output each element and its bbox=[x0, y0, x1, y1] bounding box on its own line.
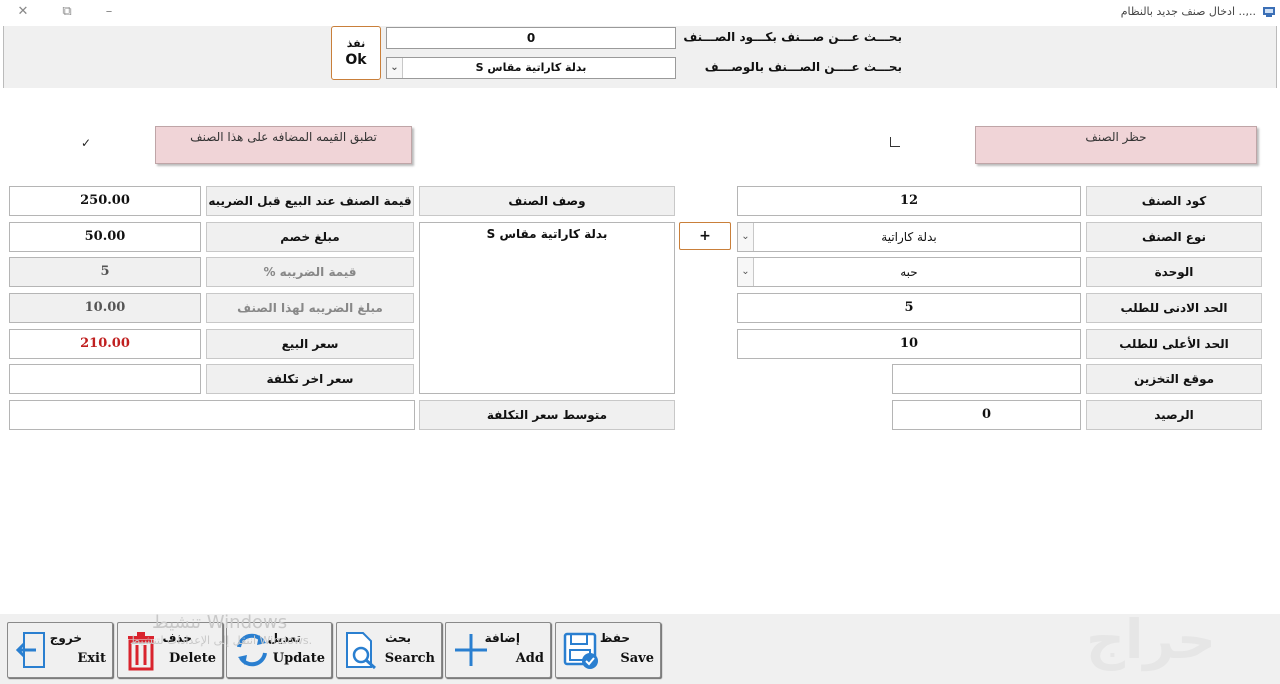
save-label-en: Save bbox=[620, 651, 654, 666]
discount-label: مبلغ خصم bbox=[206, 222, 414, 252]
block-item-checkbox[interactable] bbox=[889, 137, 901, 149]
exit-icon bbox=[15, 632, 45, 668]
search-label-en: Search bbox=[384, 651, 435, 666]
save-floppy-icon bbox=[563, 632, 598, 669]
ok-label-ar: نفذ bbox=[346, 37, 366, 50]
item-type-select[interactable]: بدلة كاراتية ⌄ bbox=[737, 222, 1081, 252]
item-type-value: بدلة كاراتية bbox=[881, 230, 937, 244]
app-icon bbox=[1263, 7, 1275, 17]
unit-select[interactable]: حبه ⌄ bbox=[737, 257, 1081, 287]
price-before-tax-field[interactable]: 250.00 bbox=[9, 186, 201, 216]
search-by-desc-label: بحـــث عــــن الصـــنف بالوصـــف bbox=[704, 60, 902, 74]
haraj-logo-watermark: حراج bbox=[1086, 608, 1216, 671]
storage-location-label: موقع التخزين bbox=[1086, 364, 1262, 394]
max-order-label: الحد الأعلى للطلب bbox=[1086, 329, 1262, 359]
item-code-field[interactable]: 12 bbox=[737, 186, 1081, 216]
save-button[interactable]: حفظ Save bbox=[555, 622, 661, 678]
apply-vat-checkbox[interactable]: ✓ bbox=[80, 137, 92, 149]
checkbox-frame bbox=[890, 137, 900, 147]
add-type-button[interactable]: + bbox=[679, 222, 731, 250]
search-button[interactable]: بحث Search bbox=[336, 622, 442, 678]
minimize-icon[interactable]: – bbox=[94, 2, 124, 22]
search-desc-value: بدلة كاراتية مقاس S bbox=[475, 61, 587, 74]
save-label-ar: حفظ bbox=[599, 631, 630, 645]
windows-activation-watermark: تنشيط Windows bbox=[152, 612, 288, 633]
exit-button[interactable]: خروج Exit bbox=[7, 622, 113, 678]
ok-button[interactable]: نفذ Ok bbox=[331, 26, 381, 80]
balance-label: الرصيد bbox=[1086, 400, 1262, 430]
sale-price-label: سعر البيع bbox=[206, 329, 414, 359]
title-bar: ✕ ⧉ – ..,.. ادخال صنف جديد بالنظام bbox=[0, 0, 1280, 26]
max-order-field[interactable]: 10 bbox=[737, 329, 1081, 359]
apply-vat-button[interactable]: تطبق القيمه المضافه على هذا الصنف bbox=[155, 126, 412, 164]
restore-icon[interactable]: ⧉ bbox=[52, 2, 82, 22]
exit-label-en: Exit bbox=[77, 651, 106, 666]
window-title: ..,.. ادخال صنف جديد بالنظام bbox=[1120, 5, 1256, 18]
update-label-en: Update bbox=[272, 651, 325, 666]
exit-label-ar: خروج bbox=[49, 631, 82, 645]
tax-amount-label: مبلغ الضريبه لهذا الصنف bbox=[206, 293, 414, 323]
tax-percent-field: 5 bbox=[9, 257, 201, 287]
tax-percent-label: قيمة الضريبه % bbox=[206, 257, 414, 287]
search-code-input[interactable]: 0 bbox=[386, 27, 676, 49]
delete-label-en: Delete bbox=[168, 651, 216, 666]
discount-field[interactable]: 50.00 bbox=[9, 222, 201, 252]
search-label-ar: بحث bbox=[385, 631, 411, 645]
close-icon[interactable]: ✕ bbox=[8, 2, 38, 22]
ok-label-en: Ok bbox=[345, 52, 367, 68]
check-icon: ✓ bbox=[80, 136, 92, 150]
item-description-label: وصف الصنف bbox=[419, 186, 675, 216]
search-desc-select[interactable]: بدلة كاراتية مقاس S ⌄ bbox=[386, 57, 676, 79]
last-cost-field[interactable] bbox=[9, 364, 201, 394]
block-item-button[interactable]: حظر الصنف bbox=[975, 126, 1257, 164]
item-type-label: نوع الصنف bbox=[1086, 222, 1262, 252]
sale-price-field[interactable]: 210.00 bbox=[9, 329, 201, 359]
balance-field[interactable]: 0 bbox=[892, 400, 1081, 430]
price-before-tax-label: قيمة الصنف عند البيع قبل الضريبه bbox=[206, 186, 414, 216]
unit-label: الوحدة bbox=[1086, 257, 1262, 287]
chevron-down-icon[interactable]: ⌄ bbox=[387, 58, 403, 78]
add-label-en: Add bbox=[515, 651, 544, 666]
unit-value: حبه bbox=[900, 265, 918, 279]
min-order-label: الحد الادنى للطلب bbox=[1086, 293, 1262, 323]
storage-location-field[interactable] bbox=[892, 364, 1081, 394]
windows-activation-subtext: انتقل إلى الإعدادات لتنشيط Windows. bbox=[130, 634, 313, 647]
search-document-icon bbox=[346, 632, 376, 670]
chevron-down-icon[interactable]: ⌄ bbox=[738, 223, 754, 251]
last-cost-label: سعر اخر تكلفة bbox=[206, 364, 414, 394]
item-description-textarea[interactable]: بدلة كاراتية مقاس S bbox=[419, 222, 675, 394]
chevron-down-icon[interactable]: ⌄ bbox=[738, 258, 754, 286]
add-button[interactable]: إضافة Add bbox=[445, 622, 551, 678]
item-code-label: كود الصنف bbox=[1086, 186, 1262, 216]
tax-amount-field: 10.00 bbox=[9, 293, 201, 323]
min-order-field[interactable]: 5 bbox=[737, 293, 1081, 323]
add-label-ar: إضافة bbox=[484, 631, 520, 645]
avg-cost-label: متوسط سعر التكلفة bbox=[419, 400, 675, 430]
search-by-code-label: بحـــث عـــن صـــنف بكـــود الصـــنف bbox=[683, 30, 902, 44]
avg-cost-field[interactable] bbox=[9, 400, 415, 430]
